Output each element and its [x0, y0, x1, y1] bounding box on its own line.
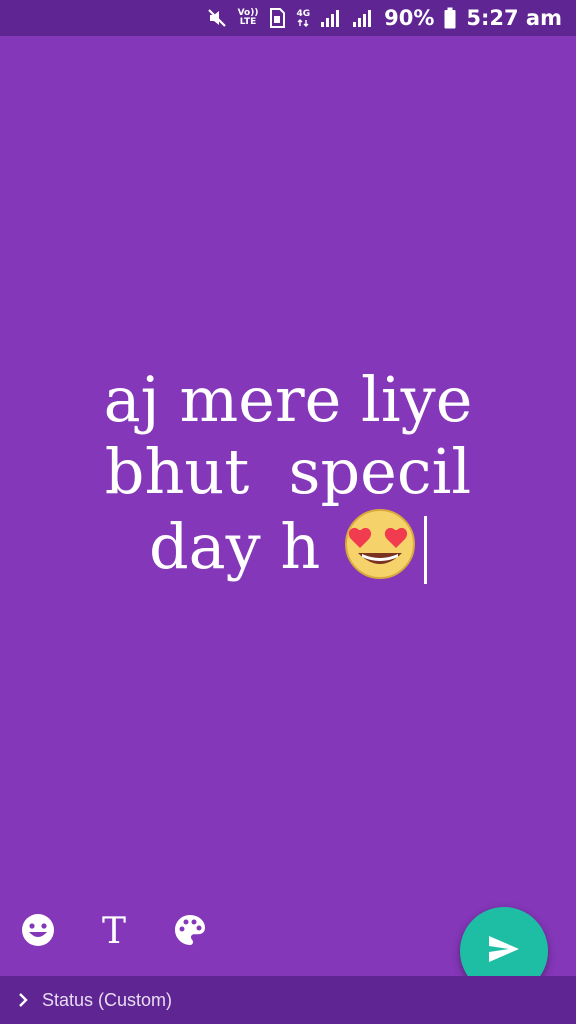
- signal-sim2-icon: [352, 8, 374, 28]
- network-type-icon: 4G: [296, 8, 311, 27]
- text-tool-label: T: [101, 911, 126, 952]
- background-color-button[interactable]: [166, 908, 214, 956]
- emoji-button[interactable]: [14, 908, 62, 956]
- status-text-editor[interactable]: aj mere liye bhut specil day h: [24, 364, 552, 584]
- signal-sim1-icon: [320, 8, 342, 28]
- battery-icon: [444, 7, 456, 29]
- status-audience-bar[interactable]: Status (Custom): [0, 976, 576, 1024]
- font-style-button[interactable]: T: [90, 908, 138, 956]
- status-bar: Vo)) LTE 4G 90% 5:27 am: [0, 0, 576, 36]
- status-text-line-3: day h: [24, 508, 552, 584]
- editor-toolbar: T: [0, 908, 260, 956]
- sim-icon: [268, 7, 286, 29]
- smiley-icon: [20, 912, 56, 953]
- heart-eyes-emoji-icon: [340, 508, 420, 580]
- status-text-line-3-text: day h: [148, 510, 321, 583]
- chevron-right-icon: [18, 992, 28, 1008]
- battery-percent: 90%: [384, 6, 435, 30]
- status-canvas[interactable]: aj mere liye bhut specil day h: [0, 36, 576, 976]
- volte-bottom-label: LTE: [239, 17, 257, 27]
- status-text-line-2: bhut specil: [104, 435, 472, 508]
- network-type-label: 4G: [296, 8, 311, 19]
- send-icon: [487, 934, 521, 969]
- status-text-line-1: aj mere liye: [103, 363, 473, 436]
- status-audience-label: Status (Custom): [42, 989, 173, 1010]
- mute-icon: [206, 7, 228, 29]
- palette-icon: [173, 913, 207, 952]
- text-cursor: [424, 516, 428, 584]
- clock: 5:27 am: [466, 6, 562, 30]
- volte-icon: Vo)) LTE: [238, 9, 259, 27]
